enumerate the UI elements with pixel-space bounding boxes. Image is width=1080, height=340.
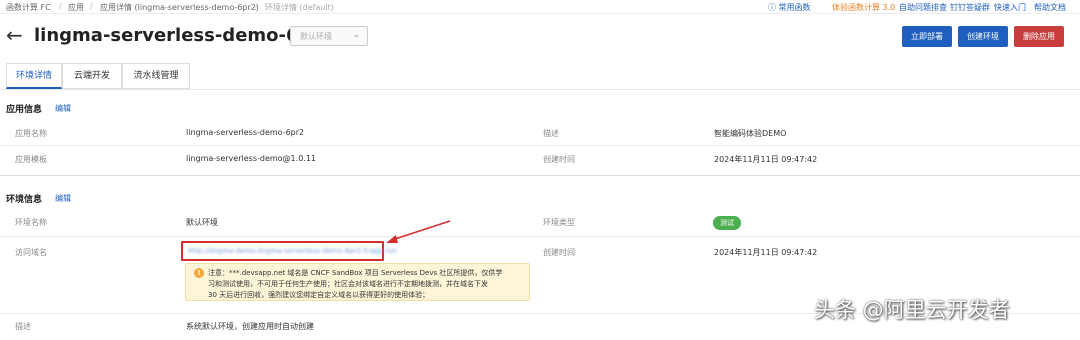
deploy-button[interactable]: 立即部署: [902, 26, 952, 47]
app-created-value: 2024年11月11日 09:47:42: [714, 155, 818, 164]
app-info-heading: 应用信息: [6, 105, 43, 115]
watermark: 头条 @阿里云开发者: [814, 298, 1010, 322]
top-bar: 函数计算 FC / 应用 / 应用详情 (lingma-serverless-d…: [0, 0, 1080, 14]
app-name-value: lingma-serverless-demo-6pr2: [186, 128, 305, 137]
app-template-label: 应用模板: [15, 155, 47, 164]
breadcrumb-separator: /: [255, 2, 258, 11]
notice-line: 习和测试使用，不可用于任何生产使用；社区会对该域名进行不定期地拨测，并在域名下发: [208, 280, 488, 288]
notice-line: 注意：***.devsapp.net 域名是 CNCF SandBox 项目 S…: [208, 269, 503, 277]
env-name-label: 环境名称: [15, 218, 47, 227]
env-info-heading: 环境信息: [6, 195, 43, 205]
env-desc-value: 系统默认环境，创建应用时自动创建: [186, 322, 314, 331]
breadcrumb-separator: /: [59, 2, 62, 11]
question-icon: ⓘ: [768, 3, 776, 12]
breadcrumb-fc[interactable]: 函数计算 FC: [6, 2, 51, 13]
tab-env-detail[interactable]: 环境详情: [6, 63, 62, 89]
environment-select[interactable]: 默认环境 ⌄: [290, 26, 368, 46]
create-env-button[interactable]: 创建环境: [958, 26, 1008, 47]
tab-pipeline[interactable]: 流水线管理: [122, 63, 190, 89]
quick-start-link[interactable]: 快速入门: [994, 2, 1026, 13]
app-name-label: 应用名称: [15, 129, 47, 138]
domain-highlight-box: http://lingma-demo.lingma-serverless-dem…: [181, 241, 397, 261]
breadcrumb-app-detail[interactable]: 应用详情 (lingma-serverless-demo-6pr2): [100, 2, 259, 13]
section-divider: [0, 175, 1080, 176]
environment-select-value: 默认环境: [300, 32, 332, 41]
env-created-label: 创建时间: [543, 248, 575, 257]
dingtalk-link[interactable]: 钉钉答疑群: [950, 2, 990, 13]
chevron-down-icon: ⌄: [352, 30, 360, 40]
env-type-badge: 测试: [713, 216, 741, 230]
help-docs-link[interactable]: 帮助文档: [1034, 2, 1066, 13]
app-desc-label: 描述: [543, 129, 559, 138]
warning-icon: !: [194, 268, 204, 278]
breadcrumb-separator: /: [90, 2, 93, 11]
tab-divider: [0, 89, 1080, 90]
app-info-edit-link[interactable]: 编辑: [55, 103, 71, 114]
app-desc-value: 智能编码体验DEMO: [714, 129, 787, 138]
env-name-value: 默认环境: [186, 218, 218, 227]
env-info-edit-link[interactable]: 编辑: [55, 193, 71, 204]
page-title: lingma-serverless-demo-6pr2: [34, 25, 333, 46]
breadcrumb-apps[interactable]: 应用: [68, 2, 84, 13]
row-divider: [0, 145, 1080, 146]
env-created-value: 2024年11月11日 09:47:42: [714, 248, 818, 257]
domain-notice: ! 注意：***.devsapp.net 域名是 CNCF SandBox 项目…: [185, 263, 530, 301]
app-created-label: 创建时间: [543, 155, 575, 164]
arrow-left-icon[interactable]: ←: [6, 23, 23, 47]
env-type-label: 环境类型: [543, 218, 575, 227]
env-desc-label: 描述: [15, 322, 31, 331]
breadcrumb-env-detail: 环境详情 (default): [265, 3, 334, 12]
common-functions-label: 常用函数: [778, 3, 811, 12]
common-functions-link[interactable]: ⓘ 常用函数: [768, 2, 811, 13]
annotation-arrow: [386, 220, 451, 243]
row-divider: [0, 236, 1080, 237]
trial-link[interactable]: 体验函数计算 3.0: [832, 2, 895, 13]
auto-troubleshoot-link[interactable]: 自助问题排查: [899, 2, 947, 13]
notice-line: 30 天后进行回收，强烈建议您绑定自定义域名以获得更好的使用体验；: [208, 291, 430, 299]
domain-value[interactable]: http://lingma-demo.lingma-serverless-dem…: [188, 247, 397, 255]
tab-cloud-dev[interactable]: 云端开发: [62, 63, 122, 89]
delete-app-button[interactable]: 删除应用: [1014, 26, 1064, 47]
app-template-value: lingma-serverless-demo@1.0.11: [186, 154, 316, 163]
domain-label: 访问域名: [15, 248, 47, 257]
